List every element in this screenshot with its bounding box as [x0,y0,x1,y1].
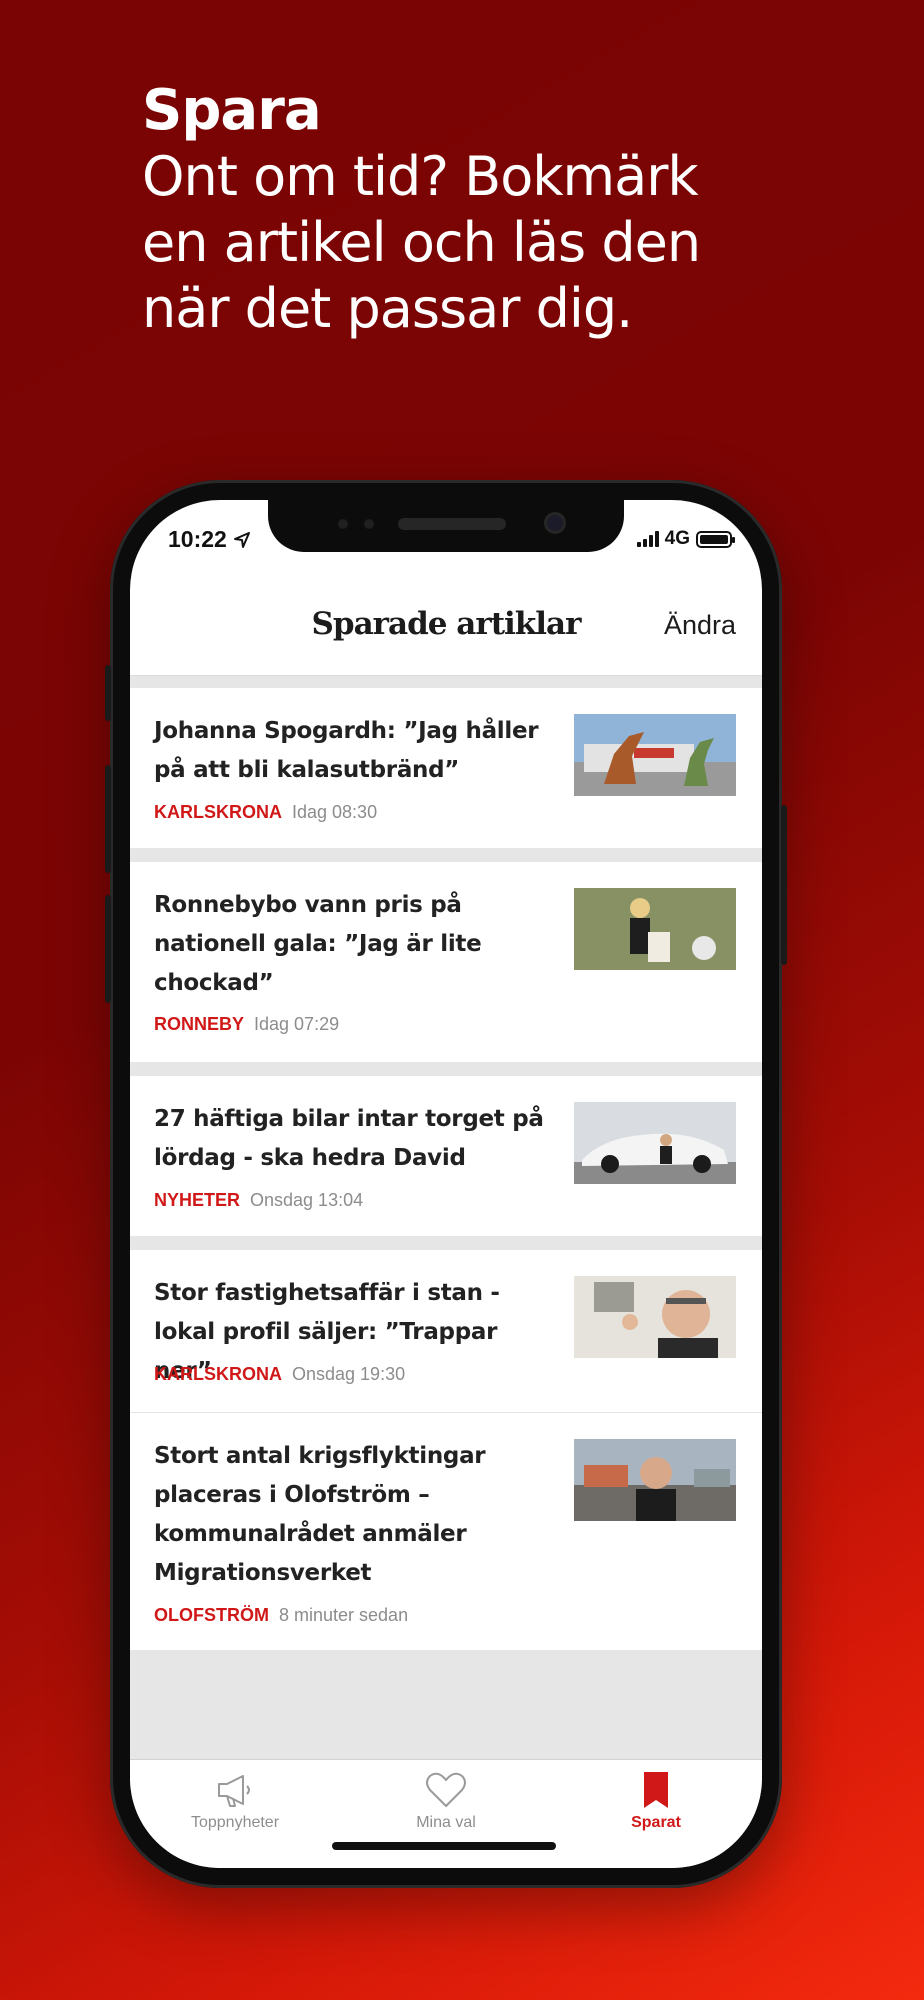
hero-line-2: en artikel och läs den [142,211,701,274]
network-type: 4G [664,528,690,549]
speaker-grille [398,518,506,530]
volume-up-button [105,765,111,873]
signal-bars-icon [636,531,659,547]
list-item[interactable]: Stort antal krigsflyktingar placeras i O… [130,1412,762,1650]
article-thumbnail [574,714,736,796]
sensor-dot [364,519,374,529]
article-thumbnail [574,1102,736,1184]
article-time: Onsdag 13:04 [250,1190,364,1210]
article-meta: KARLSKRONA Onsdag 19:30 [154,1362,405,1386]
article-thumbnail [574,1439,736,1521]
list-item[interactable]: Ronnebybo vann pris på nationell gala: ”… [130,862,762,1062]
article-category: KARLSKRONA [154,1364,282,1384]
list-item[interactable]: Johanna Spogardh: ”Jag håller på att bli… [130,688,762,848]
phone-frame: 10:22 4G Sparade artiklar Ändra Johanna … [105,480,787,1888]
article-title: Ronnebybo vann pris på nationell gala: ”… [154,892,482,996]
hero-line-1: Ont om tid? Bokmärk [142,145,699,208]
article-time: Idag 07:29 [254,1014,340,1034]
article-thumbnail [574,888,736,970]
volume-down-button [105,895,111,1003]
tab-label: Toppnyheter [190,1814,280,1831]
article-category: OLOFSTRÖM [154,1605,269,1625]
edit-button[interactable]: Ändra [664,610,736,641]
home-indicator [332,1842,556,1850]
article-title: Stort antal krigsflyktingar placeras i O… [154,1443,486,1586]
status-time-text: 10:22 [168,526,227,552]
article-category: NYHETER [154,1190,241,1210]
list-item[interactable]: Stor fastighetsaffär i stan - lokal prof… [130,1250,762,1412]
tab-toppnyheter[interactable]: Toppnyheter [155,1770,315,1832]
heart-icon [426,1772,466,1807]
hero-title: Spara [142,78,322,143]
location-arrow-icon [233,531,250,548]
notch [268,500,624,552]
status-indicators: 4G [636,528,735,550]
article-time: Onsdag 19:30 [292,1364,406,1384]
article-meta: NYHETER Onsdag 13:04 [154,1188,363,1212]
article-meta: OLOFSTRÖM 8 minuter sedan [154,1603,408,1627]
saved-articles-list[interactable]: Johanna Spogardh: ”Jag håller på att bli… [130,676,762,1759]
power-button [781,805,787,965]
hero-text-block: Spara Ont om tid? Bokmärk en artikel och… [142,78,862,342]
bookmark-icon [644,1772,668,1808]
article-meta: KARLSKRONA Idag 08:30 [154,800,377,824]
tab-bar: Toppnyheter Mina val Sparat [130,1759,762,1868]
article-thumbnail [574,1276,736,1358]
status-time: 10:22 [168,526,251,553]
tab-label: Sparat [631,1814,681,1831]
sensor-dot [338,519,348,529]
hero-line-3: när det passar dig. [142,277,633,340]
navigation-bar: Sparade artiklar Ändra [130,580,762,676]
front-camera [544,512,566,534]
list-item[interactable]: 27 häftiga bilar intar torget på lördag … [130,1076,762,1236]
tab-sparat[interactable]: Sparat [576,1770,736,1832]
article-category: KARLSKRONA [154,802,282,822]
silent-switch [105,665,111,721]
battery-icon [696,530,735,548]
megaphone-icon [218,1775,250,1807]
tab-label: Mina val [416,1814,476,1831]
article-time: 8 minuter sedan [279,1605,409,1625]
article-meta: RONNEBY Idag 07:29 [154,1012,339,1036]
article-category: RONNEBY [154,1014,245,1034]
phone-screen: 10:22 4G Sparade artiklar Ändra Johanna … [130,500,762,1868]
article-time: Idag 08:30 [292,802,378,822]
tab-mina-val[interactable]: Mina val [366,1770,526,1832]
article-title: Johanna Spogardh: ”Jag håller på att bli… [154,718,539,783]
article-title: 27 häftiga bilar intar torget på lördag … [154,1106,544,1171]
